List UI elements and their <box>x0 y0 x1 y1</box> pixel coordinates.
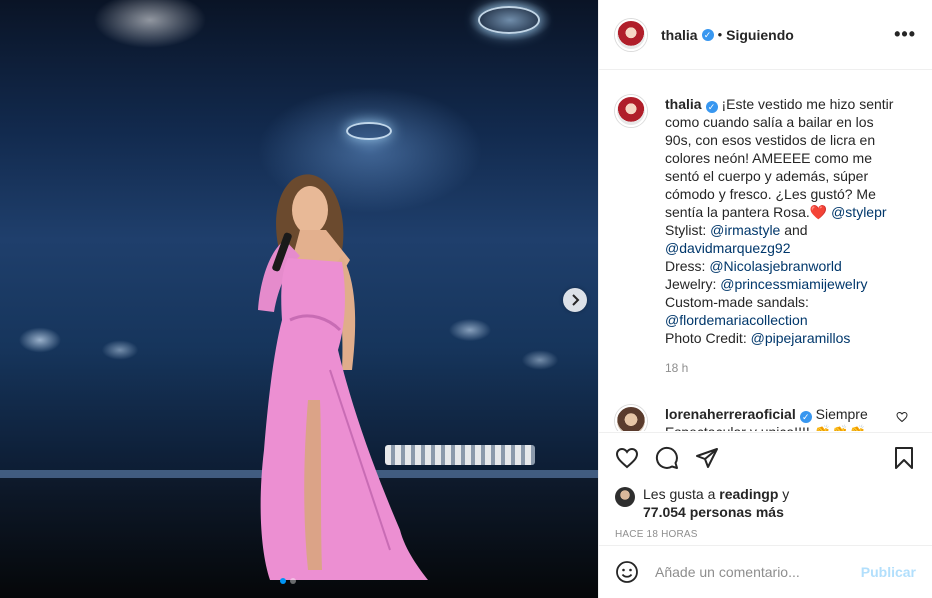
save-bookmark-icon[interactable] <box>892 446 916 470</box>
header-separator: • <box>717 27 723 42</box>
post-photo[interactable] <box>0 0 598 598</box>
and-label: and <box>784 222 808 238</box>
next-photo-button[interactable] <box>563 288 587 312</box>
post-caption: thalia ✓ ¡Este vestido me hizo sentir com… <box>615 95 916 347</box>
liker-avatar[interactable] <box>615 487 635 507</box>
likes-summary: Les gusta a readingp y 77.054 personas m… <box>615 485 916 521</box>
share-paper-plane-icon[interactable] <box>695 446 719 470</box>
comment-body: lorenaherreraoficial✓ Siempre Espectacul… <box>665 405 895 431</box>
verified-badge-icon: ✓ <box>705 101 718 113</box>
author-username[interactable]: thalia <box>661 27 698 43</box>
carousel-indicator <box>280 578 296 584</box>
likes-count[interactable]: 77.054 personas más <box>643 504 784 520</box>
mention-davidmarquezg92[interactable]: @davidmarquezg92 <box>665 240 791 256</box>
heart-emoji: ❤️ <box>809 204 828 220</box>
caption-timestamp[interactable]: 18 h <box>665 361 916 375</box>
post-actions: Les gusta a readingp y 77.054 personas m… <box>599 432 932 540</box>
more-options-icon[interactable]: ••• <box>894 24 916 45</box>
chevron-right-icon <box>572 294 580 306</box>
photo-credit-label: Photo Credit: <box>665 330 747 346</box>
liker-username[interactable]: readingp <box>719 486 778 502</box>
like-heart-icon[interactable] <box>615 446 639 470</box>
woman-in-pink-dress <box>258 174 428 580</box>
sandals-label: Custom-made sandals: <box>665 294 809 310</box>
mention-flordemariacollection[interactable]: @flordemariacollection <box>665 312 808 328</box>
caption-avatar[interactable] <box>615 95 647 127</box>
post-side-panel: thalia ✓ • Siguiendo ••• thalia ✓ ¡Este v… <box>598 0 932 598</box>
likes-prefix: Les gusta a <box>643 486 716 502</box>
caption-body: thalia ✓ ¡Este vestido me hizo sentir com… <box>665 95 903 347</box>
commenter-avatar[interactable] <box>615 405 647 431</box>
post-timestamp[interactable]: HACE 18 HORAS <box>615 529 916 540</box>
comment-input[interactable] <box>655 564 855 580</box>
verified-badge-icon: ✓ <box>799 411 812 423</box>
commenter-username[interactable]: lorenaherreraoficial <box>665 406 796 422</box>
jewelry-label: Jewelry: <box>665 276 717 292</box>
verified-badge-icon: ✓ <box>701 28 714 41</box>
carousel-dot-active <box>280 578 286 584</box>
action-icons <box>615 443 916 473</box>
add-comment-bar: Publicar <box>599 545 932 598</box>
chandelier-right <box>478 6 540 34</box>
mention-irmastyle[interactable]: @irmastyle <box>710 222 780 238</box>
likes-text: Les gusta a readingp y 77.054 personas m… <box>643 485 789 521</box>
emoji-smiley-icon[interactable] <box>615 560 639 584</box>
comment-bubble-icon[interactable] <box>655 446 679 470</box>
publish-button[interactable]: Publicar <box>861 564 916 580</box>
comments-section[interactable]: thalia ✓ ¡Este vestido me hizo sentir com… <box>599 71 932 431</box>
post-header: thalia ✓ • Siguiendo ••• <box>599 0 932 70</box>
chandelier-middle <box>346 122 392 140</box>
dress-label: Dress: <box>665 258 706 274</box>
carousel-dot <box>290 578 296 584</box>
likes-conjunction: y <box>782 486 790 502</box>
stylist-label: Stylist: <box>665 222 707 238</box>
mention-princessmiamijewelry[interactable]: @princessmiamijewelry <box>720 276 867 292</box>
like-comment-heart-icon[interactable] <box>896 411 908 426</box>
caption-username[interactable]: thalia <box>665 96 702 112</box>
mention-pipejaramillos[interactable]: @pipejaramillos <box>751 330 851 346</box>
author-avatar[interactable] <box>615 18 647 51</box>
caption-text: ¡Este vestido me hizo sentir como cuando… <box>665 96 894 220</box>
mention-stylepr[interactable]: @stylepr <box>831 204 886 220</box>
comment-item: lorenaherreraoficial✓ Siempre Espectacul… <box>615 405 916 431</box>
following-button[interactable]: Siguiendo <box>726 27 794 43</box>
mention-nicolasjebranworld[interactable]: @Nicolasjebranworld <box>709 258 842 274</box>
